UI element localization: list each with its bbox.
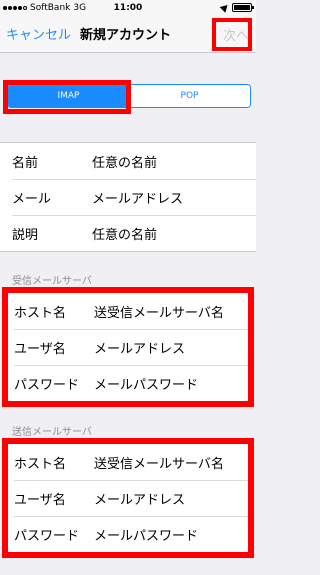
incoming-host-row[interactable]: ホスト名 送受信メールサーバ名 (8, 293, 248, 329)
description-label: 説明 (12, 227, 39, 243)
outgoing-server-group: ホスト名 送受信メールサーバ名 ユーザ名 メールアドレス パスワード メールパス… (2, 438, 254, 558)
battery-icon (232, 3, 254, 12)
outgoing-host-row[interactable]: ホスト名 送受信メールサーバ名 (8, 444, 248, 480)
segment-pop[interactable]: POP (129, 85, 250, 107)
name-row[interactable]: 名前 任意の名前 (0, 143, 256, 179)
incoming-host-label: ホスト名 (14, 305, 67, 321)
outgoing-user-label: ユーザ名 (14, 492, 66, 508)
outgoing-server-header: 送信メールサーバ (12, 427, 92, 438)
cancel-button[interactable]: キャンセル (6, 24, 71, 43)
outgoing-user-row[interactable]: ユーザ名 メールアドレス (8, 480, 248, 516)
name-label: 名前 (12, 155, 39, 171)
name-field[interactable]: 任意の名前 (92, 152, 157, 171)
email-label: メール (12, 191, 52, 207)
page-title: 新規アカウント (80, 28, 172, 43)
outgoing-host-label: ホスト名 (14, 456, 67, 472)
outgoing-password-label: パスワード (14, 528, 80, 544)
navigation-bar: キャンセル 新規アカウント 次へ (0, 16, 256, 53)
incoming-host-field[interactable]: 送受信メールサーバ名 (94, 302, 224, 321)
description-field[interactable]: 任意の名前 (92, 224, 157, 243)
status-right (219, 2, 254, 13)
outgoing-password-row[interactable]: パスワード メールパスワード (8, 516, 248, 552)
status-bar: SoftBank 3G 11:00 (0, 0, 256, 16)
outgoing-host-field[interactable]: 送受信メールサーバ名 (94, 453, 224, 472)
email-row[interactable]: メール メールアドレス (0, 179, 256, 215)
outgoing-password-field[interactable]: メールパスワード (94, 525, 198, 544)
description-row[interactable]: 説明 任意の名前 (0, 215, 256, 251)
incoming-user-row[interactable]: ユーザ名 メールアドレス (8, 329, 248, 365)
outgoing-user-field[interactable]: メールアドレス (94, 489, 185, 508)
status-time: 11:00 (113, 3, 143, 13)
incoming-password-field[interactable]: メールパスワード (94, 374, 198, 393)
imap-highlight (3, 80, 131, 114)
email-field[interactable]: メールアドレス (92, 188, 183, 207)
account-info-group: 名前 任意の名前 メール メールアドレス 説明 任意の名前 (0, 142, 256, 252)
incoming-user-label: ユーザ名 (14, 341, 66, 357)
incoming-user-field[interactable]: メールアドレス (94, 338, 185, 357)
next-button[interactable]: 次へ (223, 25, 249, 44)
incoming-password-label: パスワード (14, 377, 80, 393)
incoming-password-row[interactable]: パスワード メールパスワード (8, 365, 248, 401)
incoming-server-header: 受信メールサーバ (12, 276, 92, 287)
incoming-server-group: ホスト名 送受信メールサーバ名 ユーザ名 メールアドレス パスワード メールパス… (2, 287, 254, 407)
location-icon (219, 2, 231, 13)
